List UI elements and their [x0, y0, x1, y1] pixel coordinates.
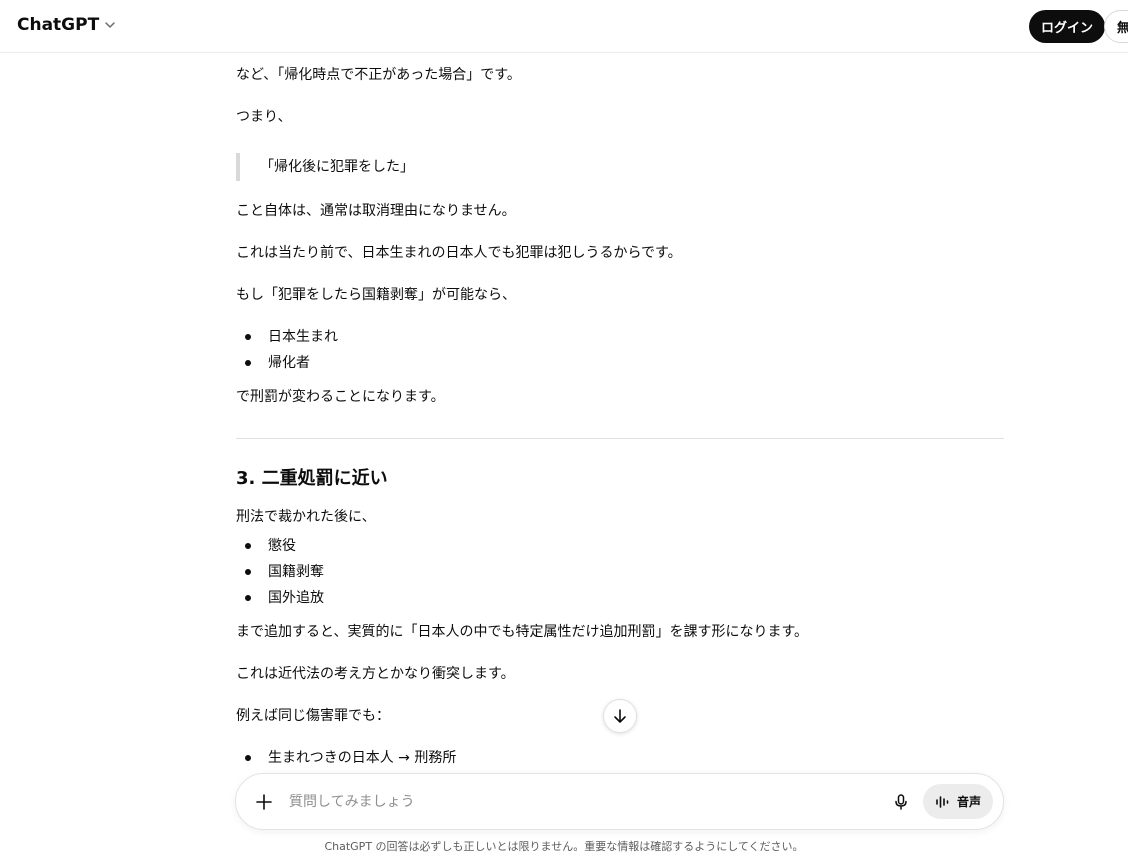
section-heading: 3. 二重処罰に近い — [236, 468, 388, 489]
scroll-to-bottom-button[interactable] — [603, 699, 637, 733]
message-paragraph: こと自体は、通常は取消理由になりません。 — [236, 203, 516, 219]
message-paragraph: 刑法で裁かれた後に、 — [236, 509, 376, 525]
list-item: 国外追放 — [236, 588, 324, 608]
list-item-text: 国外追放 — [268, 590, 324, 606]
bullet-dot — [245, 543, 251, 549]
divider — [236, 438, 1004, 439]
microphone-icon — [895, 794, 907, 810]
list-item-text: 国籍剥奪 — [268, 564, 324, 580]
disclaimer-text: ChatGPT の回答は必ずしも正しいとは限りません。重要な情報は確認するように… — [324, 840, 804, 853]
blockquote-text: 「帰化後に犯罪をした」 — [260, 159, 414, 175]
list-item-text: 懲役 — [268, 538, 296, 554]
list-item: 帰化者 — [236, 353, 310, 373]
arrow-down-icon — [614, 709, 626, 723]
message-paragraph: つまり、 — [236, 109, 292, 125]
message-paragraph: で刑罰が変わることになります。 — [236, 389, 445, 405]
top-bar: ChatGPT ログイン 無 — [0, 0, 1128, 53]
list-item-text: 生まれつきの日本人 → 刑務所 — [268, 750, 457, 766]
list-item-text: 日本生まれ — [268, 329, 338, 345]
signup-free-button[interactable]: 無 — [1104, 10, 1128, 43]
prompt-input[interactable] — [289, 790, 869, 814]
prompt-composer: 音声 — [235, 773, 1004, 830]
bullet-dot — [245, 569, 251, 575]
sound-wave-icon — [936, 795, 949, 808]
list-item: 懲役 — [236, 536, 296, 556]
list-item: 日本生まれ — [236, 327, 338, 347]
message-paragraph: これは近代法の考え方とかなり衝突します。 — [236, 666, 515, 682]
chevron-down-icon — [105, 22, 115, 28]
attach-button[interactable] — [250, 788, 278, 816]
blockquote: 「帰化後に犯罪をした」 — [236, 153, 636, 181]
bullet-dot — [245, 334, 251, 340]
message-paragraph: まで追加すると、実質的に「日本人の中でも特定属性だけ追加刑罰」を課す形になります… — [236, 624, 809, 640]
model-selector[interactable]: ChatGPT — [17, 15, 116, 35]
list-item: 国籍剥奪 — [236, 562, 324, 582]
message-paragraph: もし「犯罪をしたら国籍剥奪」が可能なら、 — [236, 287, 516, 303]
brand-title: ChatGPT — [17, 15, 100, 35]
bullet-dot — [245, 755, 251, 761]
list-item: 生まれつきの日本人 → 刑務所 — [236, 748, 456, 768]
bullet-dot — [245, 360, 251, 366]
list-item-text: 帰化者 — [268, 355, 310, 371]
voice-label: 音声 — [956, 795, 981, 809]
message-paragraph: これは当たり前で、日本生まれの日本人でも犯罪は犯しうるからです。 — [236, 245, 682, 261]
message-paragraph: など、「帰化時点で不正があった場合」です。 — [236, 67, 521, 83]
login-button[interactable]: ログイン — [1029, 10, 1106, 43]
voice-mode-button[interactable]: 音声 — [923, 784, 993, 819]
dictate-button[interactable] — [887, 788, 915, 816]
plus-icon — [256, 794, 272, 810]
bullet-dot — [245, 595, 251, 601]
message-paragraph: 例えば同じ傷害罪でも： — [236, 708, 390, 724]
